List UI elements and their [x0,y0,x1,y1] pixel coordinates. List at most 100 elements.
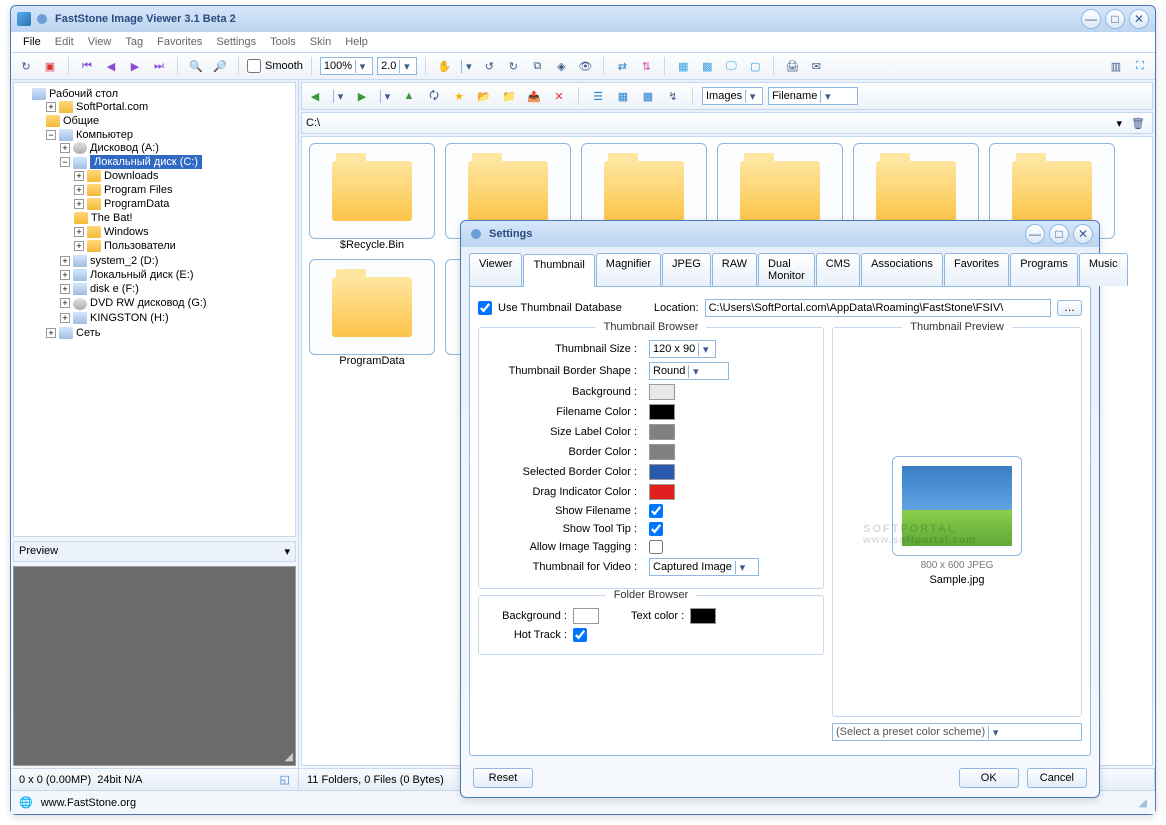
zoom-out-icon[interactable]: 🔎 [210,56,230,76]
menu-skin[interactable]: Skin [304,34,337,50]
zoom-in-icon[interactable]: 🔍 [186,56,206,76]
selected-tree-item[interactable]: Локальный диск (C:) [90,155,202,169]
list-view-icon[interactable]: ☰ [588,86,608,106]
last-icon[interactable]: ⏭ [149,56,169,76]
main-titlebar[interactable]: FastStone Image Viewer 3.1 Beta 2 — □ ✕ [11,6,1155,32]
path-bar[interactable]: C:\ ▾ 🗑 [301,112,1153,134]
minimize-button[interactable]: — [1081,9,1101,29]
menu-help[interactable]: Help [339,34,374,50]
dic-color-swatch[interactable] [649,484,675,500]
thumb-view-icon[interactable]: ▦ [613,86,633,106]
thumb-size-select[interactable]: 120 x 90▾ [649,340,716,358]
trash-icon[interactable]: 🗑 [1128,113,1148,133]
settings-maximize-button[interactable]: □ [1049,224,1069,244]
tab-associations[interactable]: Associations [861,253,943,286]
star-icon[interactable]: ★ [449,86,469,106]
resize-grip-icon[interactable]: ◢ [285,750,293,763]
tab-programs[interactable]: Programs [1010,253,1078,286]
new-folder-icon[interactable]: 📁 [499,86,519,106]
expand-icon[interactable]: + [46,102,56,112]
zoom2-select[interactable]: 2.0▾ [377,57,417,75]
video-thumb-select[interactable]: Captured Image▾ [649,558,759,576]
print-icon[interactable]: 🖨 [782,56,802,76]
menu-view[interactable]: View [82,34,118,50]
crop-icon[interactable]: ⧉ [527,56,547,76]
eye-icon[interactable]: 👁 [575,56,595,76]
tab-favorites[interactable]: Favorites [944,253,1009,286]
rotate-right-icon[interactable]: ↻ [503,56,523,76]
menu-settings[interactable]: Settings [210,34,262,50]
tab-thumbnail[interactable]: Thumbnail [523,254,594,287]
show-tooltip-checkbox[interactable] [649,522,663,536]
thumb-small-icon[interactable]: ▦ [673,56,693,76]
thumb-large-icon[interactable]: ▩ [697,56,717,76]
folder-tree[interactable]: Рабочий стол +SoftPortal.com Общие −Комп… [13,82,296,537]
slideshow-icon[interactable]: ▢ [745,56,765,76]
menu-file[interactable]: File [17,34,47,50]
tab-dualmonitor[interactable]: Dual Monitor [758,253,815,286]
tab-magnifier[interactable]: Magnifier [596,253,661,286]
tab-raw[interactable]: RAW [712,253,757,286]
menu-tools[interactable]: Tools [264,34,302,50]
delete-icon[interactable]: ✕ [549,86,569,106]
close-button[interactable]: ✕ [1129,9,1149,29]
fit-icon[interactable]: ◱ [280,773,290,786]
flip-v-icon[interactable]: ⇅ [636,56,656,76]
filter-select[interactable]: Images▾ [702,87,763,105]
thumb-item[interactable]: ProgramData [308,259,436,367]
tab-viewer[interactable]: Viewer [469,253,522,286]
fb-bg-swatch[interactable] [573,608,599,624]
export-icon[interactable]: 📤 [524,86,544,106]
show-filename-checkbox[interactable] [649,504,663,518]
tab-cms[interactable]: CMS [816,253,860,286]
border-shape-select[interactable]: Round▾ [649,362,729,380]
refresh-icon[interactable]: ↻ [16,56,36,76]
zoom-select[interactable]: 100%▾ [320,57,373,75]
grip-icon[interactable]: ◢ [1139,796,1147,809]
hand-tool-icon[interactable]: ✋ [434,56,454,76]
panel-layout-icon[interactable]: ▥ [1106,56,1126,76]
back-icon[interactable]: ◀ [305,86,325,106]
smooth-checkbox[interactable] [247,59,261,73]
menu-tag[interactable]: Tag [119,34,149,50]
open-folder-icon[interactable]: 📂 [474,86,494,106]
tab-music[interactable]: Music [1079,253,1128,286]
menu-favorites[interactable]: Favorites [151,34,208,50]
settings-titlebar[interactable]: Settings — □ ✕ [461,221,1099,247]
stop-icon[interactable]: ▣ [40,56,60,76]
up-icon[interactable]: ▲ [399,86,419,106]
detail-view-icon[interactable]: ▩ [638,86,658,106]
menu-edit[interactable]: Edit [49,34,80,50]
next-icon[interactable]: ▶ [125,56,145,76]
bg-color-swatch[interactable] [649,384,675,400]
ok-button[interactable]: OK [959,768,1019,788]
collapse-icon[interactable]: − [46,130,56,140]
rotate-left-icon[interactable]: ↺ [479,56,499,76]
tag-filter-icon[interactable]: ↯ [663,86,683,106]
sbc-color-swatch[interactable] [649,464,675,480]
browse-button[interactable]: … [1057,300,1082,316]
screen-icon[interactable]: 🖵 [721,56,741,76]
hand-tool-dropdown[interactable]: ▾ [461,60,475,73]
tab-jpeg[interactable]: JPEG [662,253,711,286]
cancel-button[interactable]: Cancel [1027,768,1087,788]
use-db-checkbox[interactable] [478,301,492,315]
preview-dropdown-icon[interactable]: ▾ [284,545,290,558]
settings-dialog[interactable]: Settings — □ ✕ Viewer Thumbnail Magnifie… [460,220,1100,798]
sl-color-swatch[interactable] [649,424,675,440]
fb-txt-swatch[interactable] [690,608,716,624]
bc-color-swatch[interactable] [649,444,675,460]
hot-track-checkbox[interactable] [573,628,587,642]
color-scheme-select[interactable]: (Select a preset color scheme)▾ [832,723,1082,741]
forward-icon[interactable]: ▶ [352,86,372,106]
settings-minimize-button[interactable]: — [1025,224,1045,244]
refresh2-icon[interactable]: 🗘 [424,86,444,106]
thumb-item[interactable]: $Recycle.Bin [308,143,436,251]
location-input[interactable] [705,299,1051,317]
website-link[interactable]: www.FastStone.org [41,797,136,809]
resize-icon[interactable]: ◈ [551,56,571,76]
settings-close-button[interactable]: ✕ [1073,224,1093,244]
reset-button[interactable]: Reset [473,768,533,788]
flip-h-icon[interactable]: ⇄ [612,56,632,76]
first-icon[interactable]: ⏮ [77,56,97,76]
